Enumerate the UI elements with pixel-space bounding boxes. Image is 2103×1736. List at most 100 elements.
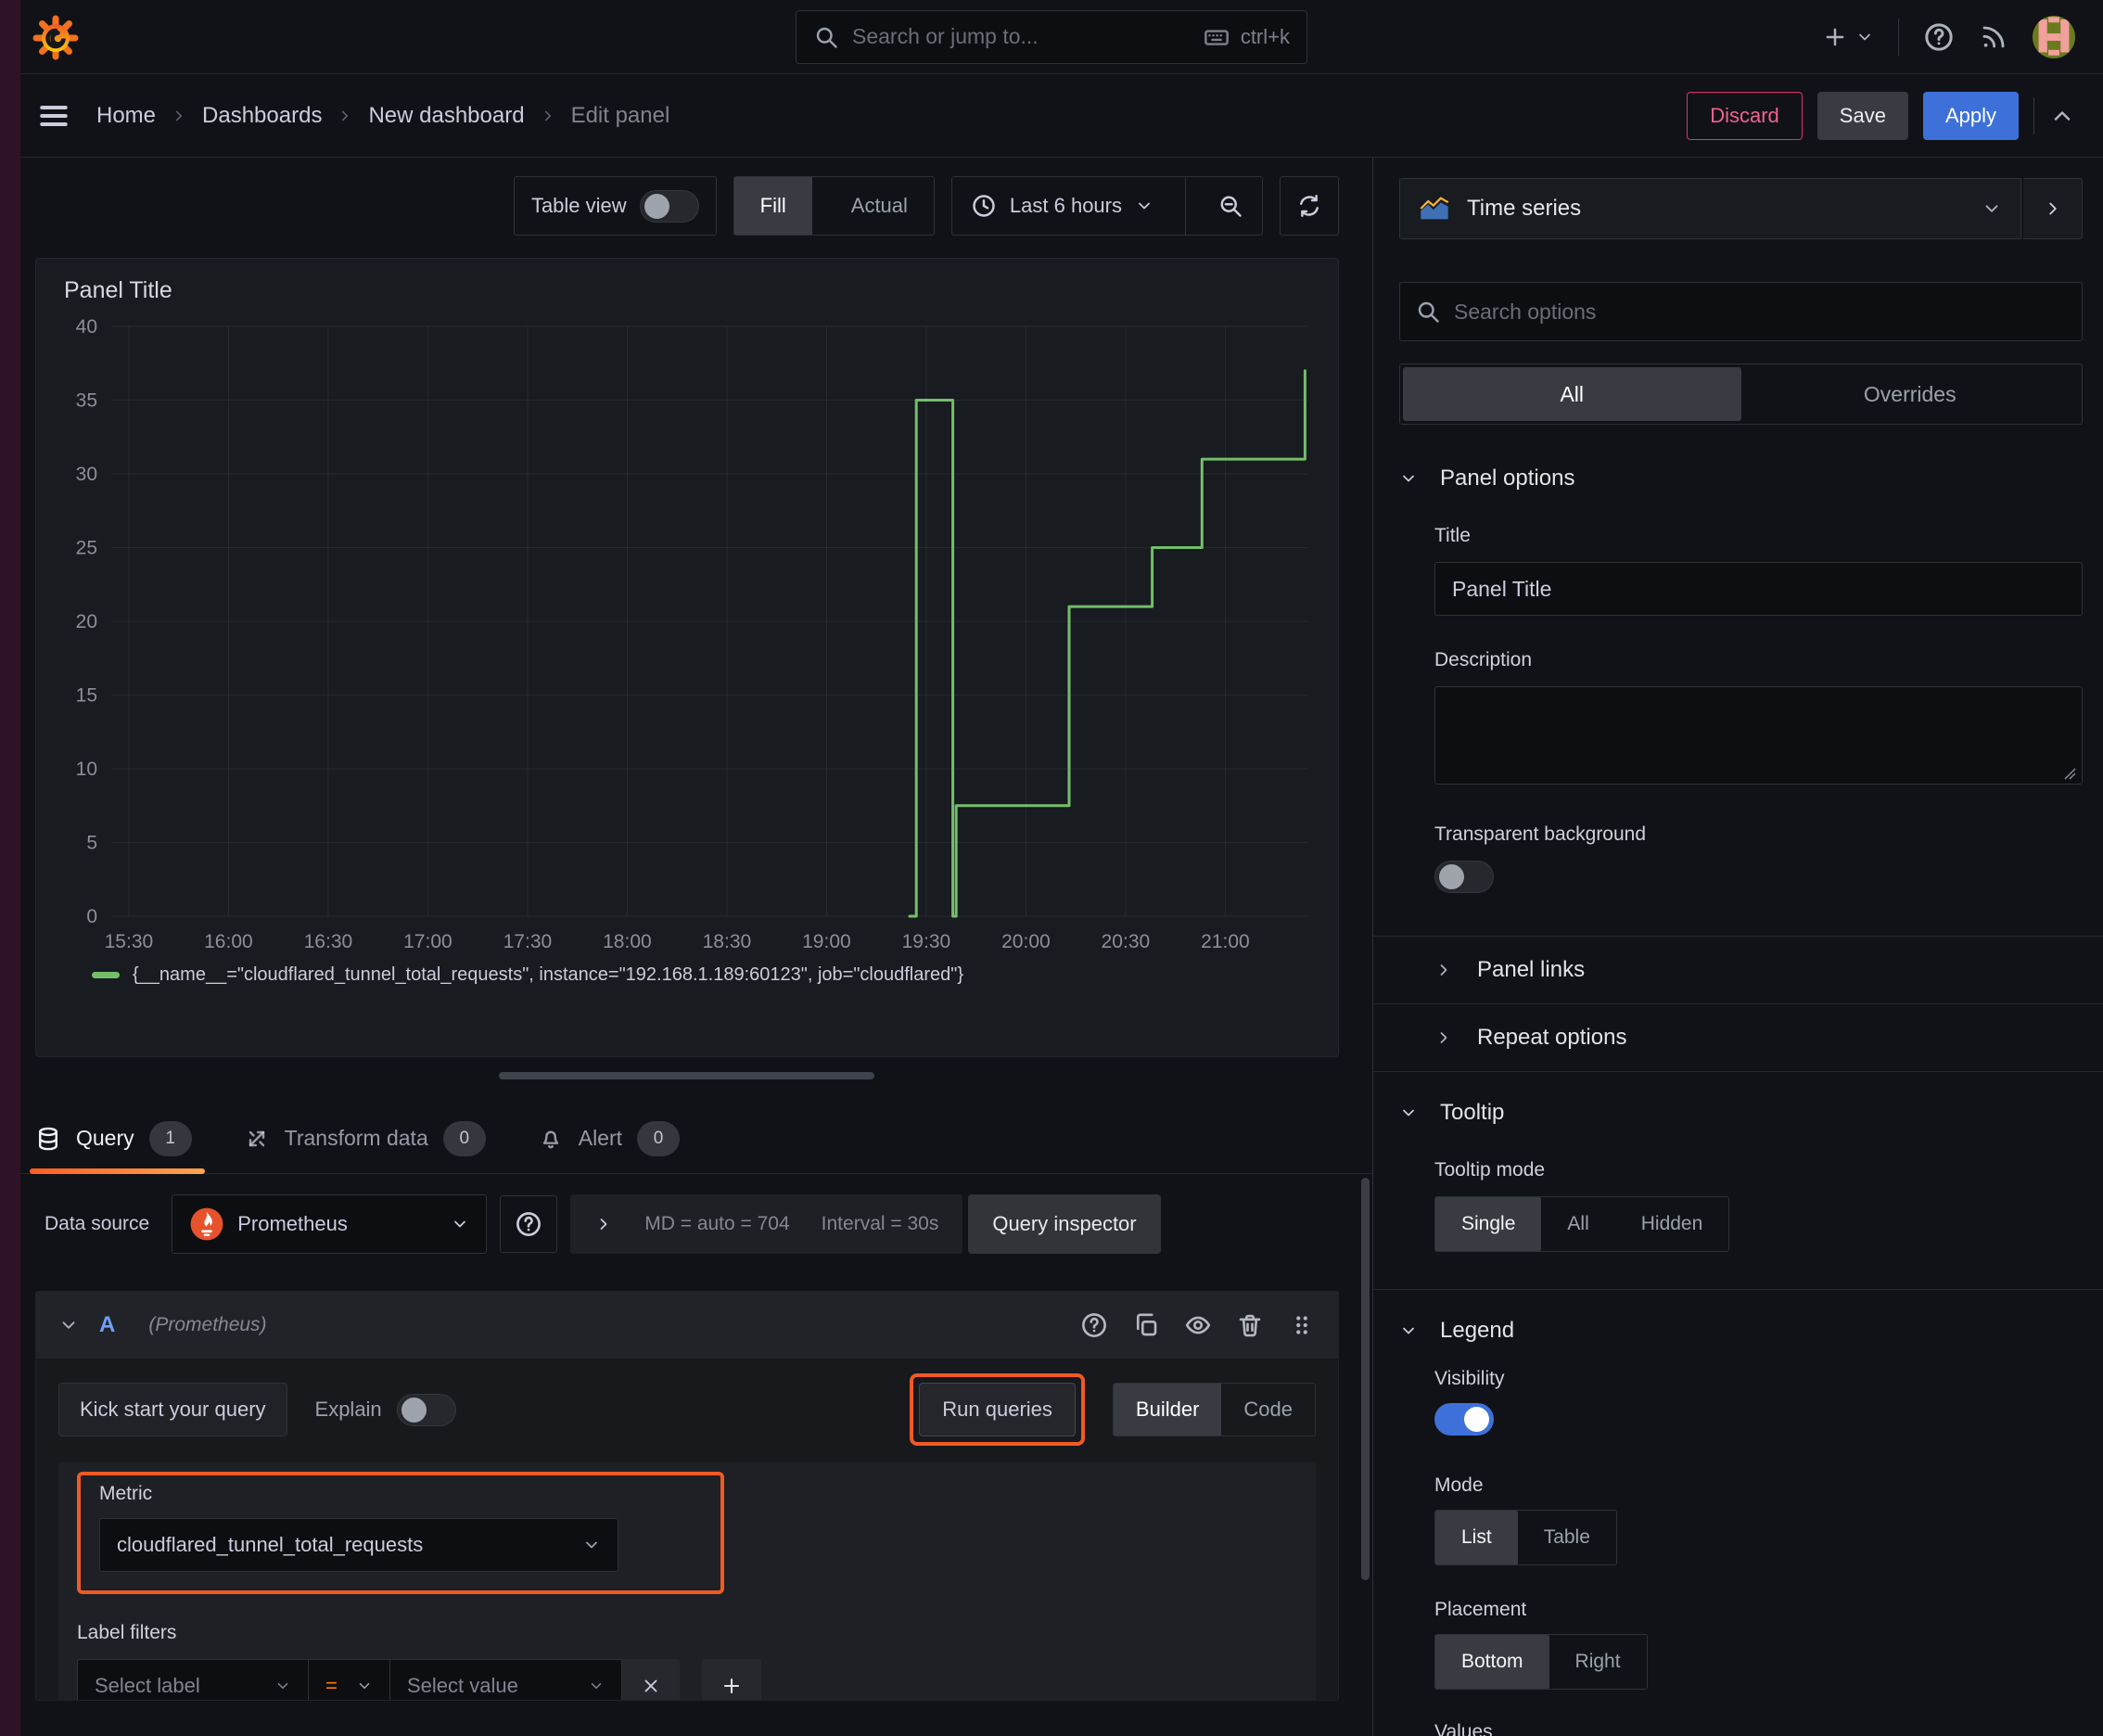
news-button[interactable]	[1979, 22, 2008, 52]
close-icon	[644, 1679, 657, 1692]
panel-links-section[interactable]: Panel links	[1434, 937, 2083, 1003]
datasource-help-button[interactable]	[500, 1195, 558, 1253]
pane-resize-handle[interactable]	[498, 1072, 874, 1079]
delete-query-icon[interactable]	[1236, 1311, 1264, 1339]
zoom-out-time-button[interactable]	[1199, 177, 1262, 235]
builder-option[interactable]: Builder	[1113, 1384, 1222, 1436]
metric-select[interactable]: cloudflared_tunnel_total_requests	[99, 1518, 618, 1572]
refresh-button[interactable]	[1280, 176, 1339, 236]
breadcrumb-separator-icon	[544, 110, 551, 121]
panel-title-input[interactable]	[1434, 562, 2083, 616]
panel-description-textarea[interactable]	[1434, 686, 2083, 785]
query-actions-row: Kick start your query Explain Run querie…	[58, 1373, 1316, 1446]
legend-placement-right[interactable]: Right	[1549, 1635, 1647, 1689]
select-value-dropdown[interactable]: Select value	[390, 1659, 622, 1700]
table-view-toggle[interactable]	[639, 189, 699, 223]
options-search-input[interactable]	[1454, 299, 2067, 325]
collapse-header-button[interactable]	[2049, 103, 2075, 129]
tooltip-section-header[interactable]: Tooltip	[1399, 1100, 2083, 1126]
svg-text:16:00: 16:00	[204, 931, 253, 952]
save-button[interactable]: Save	[1816, 91, 1908, 140]
legend-mode-table[interactable]: Table	[1518, 1511, 1616, 1564]
user-avatar[interactable]	[2033, 15, 2075, 58]
explain-toggle[interactable]	[396, 1393, 456, 1426]
duplicate-query-icon[interactable]	[1132, 1311, 1160, 1339]
panel-links-label: Panel links	[1477, 957, 1586, 982]
table-view-label: Table view	[530, 194, 627, 217]
select-label-dropdown[interactable]: Select label	[77, 1659, 309, 1700]
visualization-picker[interactable]: Time series	[1399, 178, 2021, 239]
tooltip-mode-all[interactable]: All	[1541, 1197, 1614, 1251]
breadcrumb-new-dashboard[interactable]: New dashboard	[368, 103, 524, 129]
legend-placement-bottom[interactable]: Bottom	[1435, 1635, 1549, 1689]
viz-suggestions-button[interactable]	[2023, 178, 2083, 239]
svg-text:40: 40	[76, 316, 97, 338]
remove-filter-button[interactable]	[622, 1659, 680, 1700]
code-option[interactable]: Code	[1221, 1384, 1315, 1436]
query-editor-card: A (Prometheus) Kick start your query Exp…	[35, 1291, 1339, 1701]
grafana-logo[interactable]	[32, 13, 80, 61]
breadcrumb-separator-icon	[175, 110, 183, 121]
tooltip-mode-hidden[interactable]: Hidden	[1615, 1197, 1729, 1251]
query-ref-id: A	[99, 1312, 116, 1337]
options-sidebar: Time series All Overrides Panel options …	[1372, 158, 2103, 1736]
run-queries-button[interactable]: Run queries	[919, 1383, 1076, 1436]
operator-dropdown[interactable]: =	[309, 1659, 390, 1700]
query-inspector-button[interactable]: Query inspector	[968, 1194, 1161, 1254]
tab-alert-label: Alert	[578, 1126, 623, 1150]
builder-code-switch: Builder Code	[1112, 1383, 1316, 1436]
label-filter-row: Select label = Select value	[77, 1659, 1297, 1700]
legend-visibility-toggle[interactable]	[1434, 1403, 1494, 1436]
help-icon	[1925, 22, 1953, 51]
time-range-picker[interactable]: Last 6 hours	[952, 177, 1172, 235]
drag-handle-icon[interactable]	[1288, 1311, 1316, 1339]
explain-label: Explain	[314, 1398, 382, 1421]
svg-text:18:30: 18:30	[703, 931, 752, 952]
repeat-options-section[interactable]: Repeat options	[1434, 1004, 2083, 1071]
apply-button[interactable]: Apply	[1922, 91, 2019, 140]
svg-text:18:00: 18:00	[603, 931, 652, 952]
help-button[interactable]	[1923, 21, 1955, 53]
breadcrumb-home[interactable]: Home	[96, 103, 156, 129]
resize-grip-icon[interactable]	[2062, 766, 2077, 781]
legend-section-header[interactable]: Legend	[1399, 1318, 2083, 1344]
panel-title: Panel Title	[64, 277, 172, 303]
query-options-summary[interactable]: MD = auto = 704 Interval = 30s	[570, 1194, 963, 1254]
panel-view-toolbar: Table view Fill Actual Last 6 hours	[35, 176, 1339, 236]
datasource-picker[interactable]: Prometheus	[172, 1194, 488, 1254]
left-pane-scrollbar[interactable]	[1361, 1178, 1370, 1580]
transparent-bg-toggle[interactable]	[1434, 861, 1494, 893]
legend-mode-list[interactable]: List	[1435, 1511, 1518, 1564]
options-search[interactable]	[1399, 282, 2083, 341]
legend-series-label[interactable]: {__name__="cloudflared_tunnel_total_requ…	[133, 964, 963, 986]
tab-all-options[interactable]: All	[1403, 367, 1741, 421]
tooltip-mode-single[interactable]: Single	[1435, 1197, 1542, 1251]
hide-response-icon[interactable]	[1184, 1311, 1212, 1339]
chevron-down-icon	[1403, 475, 1414, 482]
tab-alert[interactable]: Alert 0	[538, 1104, 681, 1173]
fill-option[interactable]: Fill	[733, 177, 812, 235]
legend-mode-switch: List Table	[1434, 1510, 1617, 1565]
panel-options-header[interactable]: Panel options	[1399, 466, 2083, 491]
query-help-icon[interactable]	[1080, 1311, 1108, 1339]
tab-query[interactable]: Query 1	[30, 1104, 205, 1174]
kickstart-query-button[interactable]: Kick start your query	[58, 1383, 287, 1436]
tab-transform[interactable]: Transform data 0	[244, 1104, 486, 1173]
zoom-out-icon	[1220, 196, 1242, 217]
mega-menu-button[interactable]	[37, 99, 70, 133]
metric-value: cloudflared_tunnel_total_requests	[117, 1533, 424, 1556]
chevron-down-icon	[591, 1682, 602, 1690]
actual-option[interactable]: Actual	[825, 177, 934, 235]
global-search[interactable]: ctrl+k	[796, 9, 1307, 64]
query-row-header[interactable]: A (Prometheus)	[36, 1292, 1338, 1359]
tab-overrides[interactable]: Overrides	[1741, 367, 2080, 421]
panel-options-heading: Panel options	[1440, 466, 1575, 491]
add-filter-button[interactable]	[702, 1659, 761, 1700]
new-menu-button[interactable]	[1822, 24, 1874, 50]
global-search-input[interactable]	[852, 24, 1189, 49]
breadcrumb-dashboards[interactable]: Dashboards	[202, 103, 322, 129]
search-icon	[816, 27, 837, 48]
title-field-label: Title	[1434, 525, 1471, 546]
discard-button[interactable]: Discard	[1687, 91, 1803, 140]
chart-legend[interactable]: {__name__="cloudflared_tunnel_total_requ…	[58, 959, 1316, 986]
